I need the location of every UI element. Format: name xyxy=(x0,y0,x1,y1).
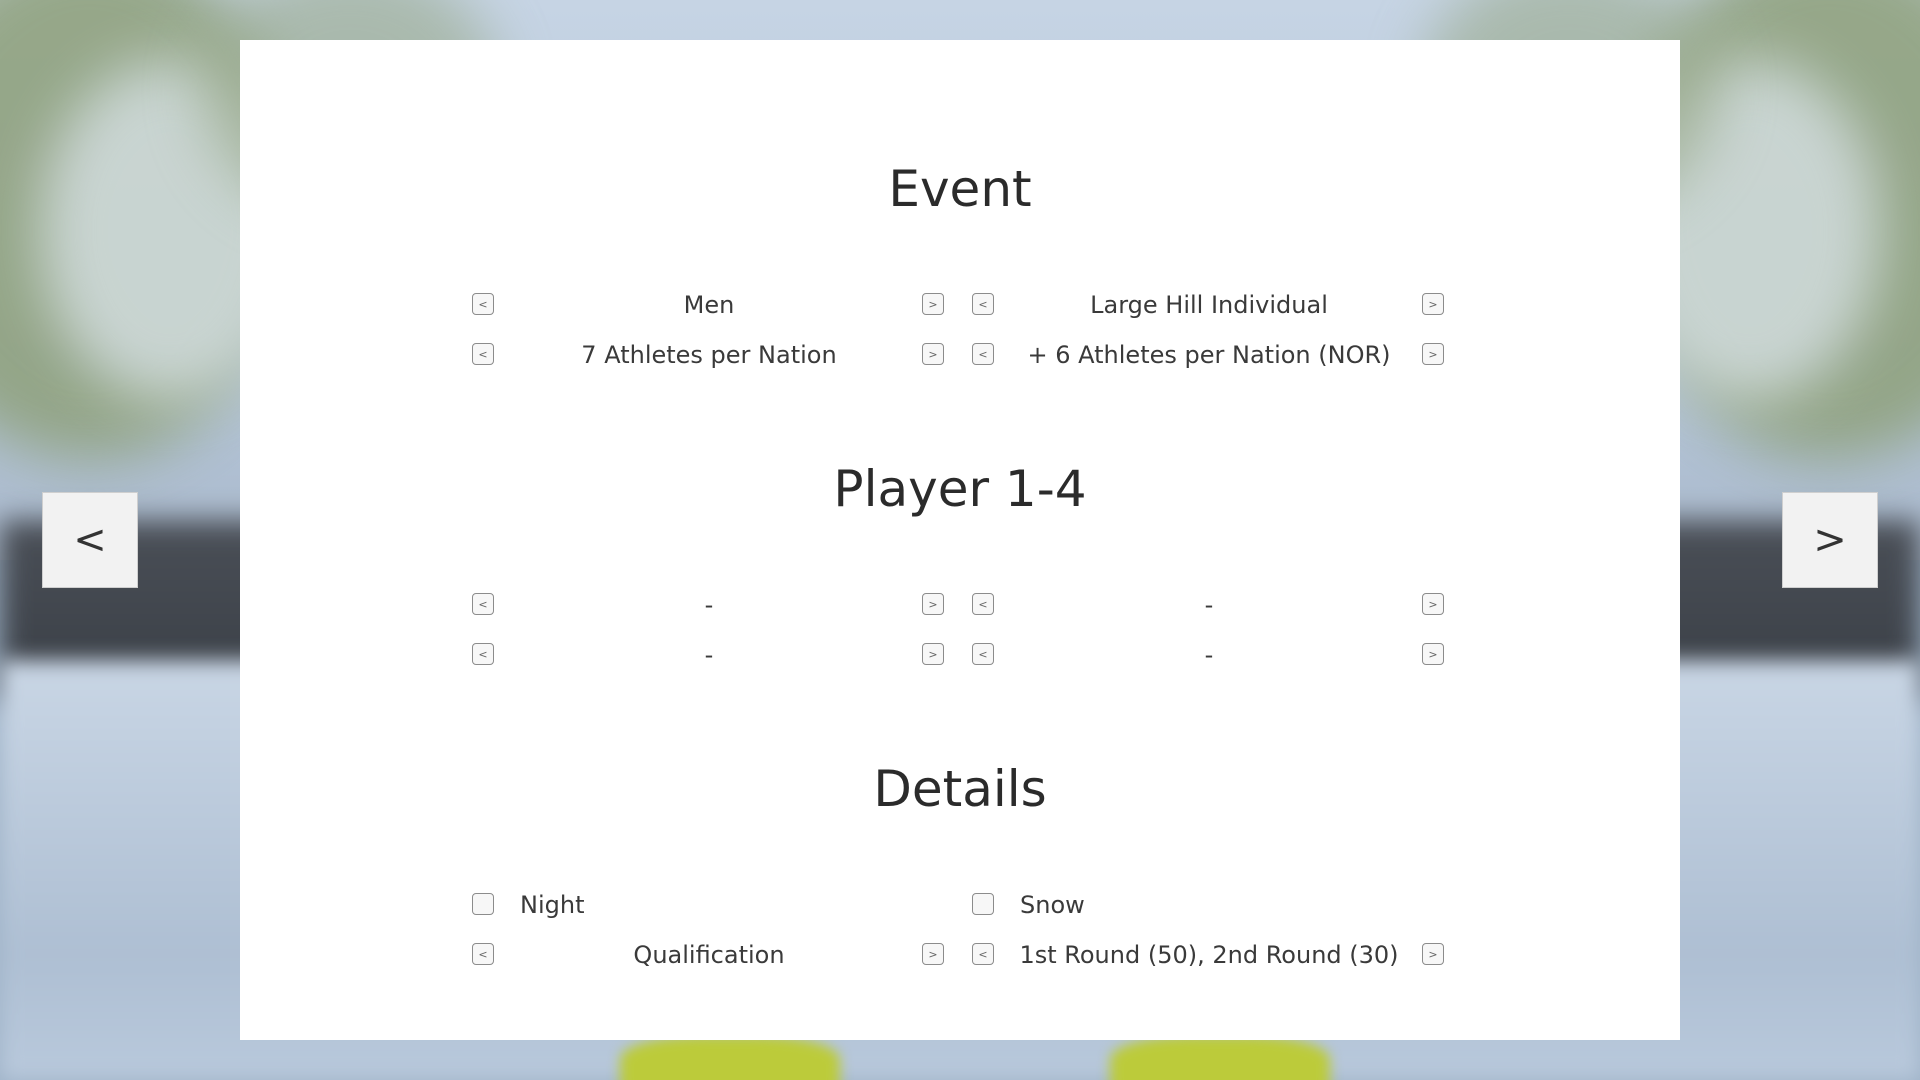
rounds-prev-button[interactable]: < xyxy=(972,943,994,965)
host-athletes-prev-button[interactable]: < xyxy=(972,343,994,365)
players-row-2: < - > < - > xyxy=(472,640,1472,670)
gender-value: Men xyxy=(683,291,735,319)
competition-mode-selector: < Qualification > xyxy=(472,940,962,970)
snow-checkbox[interactable] xyxy=(972,893,994,915)
competition-mode-next-button[interactable]: > xyxy=(922,943,944,965)
player-1-next-button[interactable]: > xyxy=(922,593,944,615)
player-4-value: - xyxy=(1204,641,1214,669)
player-3-value: - xyxy=(704,641,714,669)
players-section-title: Player 1-4 xyxy=(833,460,1087,518)
player-2-next-button[interactable]: > xyxy=(1422,593,1444,615)
player-1-value: - xyxy=(704,591,714,619)
competition-mode-prev-button[interactable]: < xyxy=(472,943,494,965)
athletes-per-nation-value: 7 Athletes per Nation xyxy=(581,341,837,369)
details-checkbox-row: Night Snow xyxy=(472,890,1472,920)
player-3-prev-button[interactable]: < xyxy=(472,643,494,665)
gender-selector: < Men > xyxy=(472,290,962,320)
event-type-value: Large Hill Individual xyxy=(1090,291,1328,319)
player-4-next-button[interactable]: > xyxy=(1422,643,1444,665)
host-athletes-value: + 6 Athletes per Nation (NOR) xyxy=(1027,341,1391,369)
player-2-prev-button[interactable]: < xyxy=(972,593,994,615)
night-label: Night xyxy=(520,891,585,919)
player-4-prev-button[interactable]: < xyxy=(972,643,994,665)
next-page-button[interactable]: > xyxy=(1782,492,1878,588)
details-section-title: Details xyxy=(873,760,1047,818)
gender-next-button[interactable]: > xyxy=(922,293,944,315)
event-section-title: Event xyxy=(888,160,1032,218)
player-3-next-button[interactable]: > xyxy=(922,643,944,665)
player-3-selector: < - > xyxy=(472,640,962,670)
event-row-1: < Men > < Large Hill Individual > xyxy=(472,290,1472,320)
details-row: < Qualification > < 1st Round (50), 2nd … xyxy=(472,940,1472,970)
night-checkbox[interactable] xyxy=(472,893,494,915)
event-row-2: < 7 Athletes per Nation > < + 6 Athletes… xyxy=(472,340,1472,370)
rounds-selector: < 1st Round (50), 2nd Round (30) > xyxy=(972,940,1462,970)
player-2-value: - xyxy=(1204,591,1214,619)
player-1-selector: < - > xyxy=(472,590,962,620)
athletes-prev-button[interactable]: < xyxy=(472,343,494,365)
snow-option[interactable]: Snow xyxy=(972,890,1462,920)
gender-prev-button[interactable]: < xyxy=(472,293,494,315)
athletes-per-nation-selector: < 7 Athletes per Nation > xyxy=(472,340,962,370)
player-4-selector: < - > xyxy=(972,640,1462,670)
player-1-prev-button[interactable]: < xyxy=(472,593,494,615)
rounds-next-button[interactable]: > xyxy=(1422,943,1444,965)
host-athletes-next-button[interactable]: > xyxy=(1422,343,1444,365)
players-row-1: < - > < - > xyxy=(472,590,1472,620)
snow-label: Snow xyxy=(1020,891,1085,919)
settings-panel: Event < Men > < Large Hill Individual > … xyxy=(240,40,1680,1040)
event-type-prev-button[interactable]: < xyxy=(972,293,994,315)
player-2-selector: < - > xyxy=(972,590,1462,620)
event-type-selector: < Large Hill Individual > xyxy=(972,290,1462,320)
night-option[interactable]: Night xyxy=(472,890,962,920)
competition-mode-value: Qualification xyxy=(633,941,785,969)
event-type-next-button[interactable]: > xyxy=(1422,293,1444,315)
host-athletes-selector: < + 6 Athletes per Nation (NOR) > xyxy=(972,340,1462,370)
athletes-next-button[interactable]: > xyxy=(922,343,944,365)
rounds-value: 1st Round (50), 2nd Round (30) xyxy=(1019,941,1399,969)
previous-page-button[interactable]: < xyxy=(42,492,138,588)
